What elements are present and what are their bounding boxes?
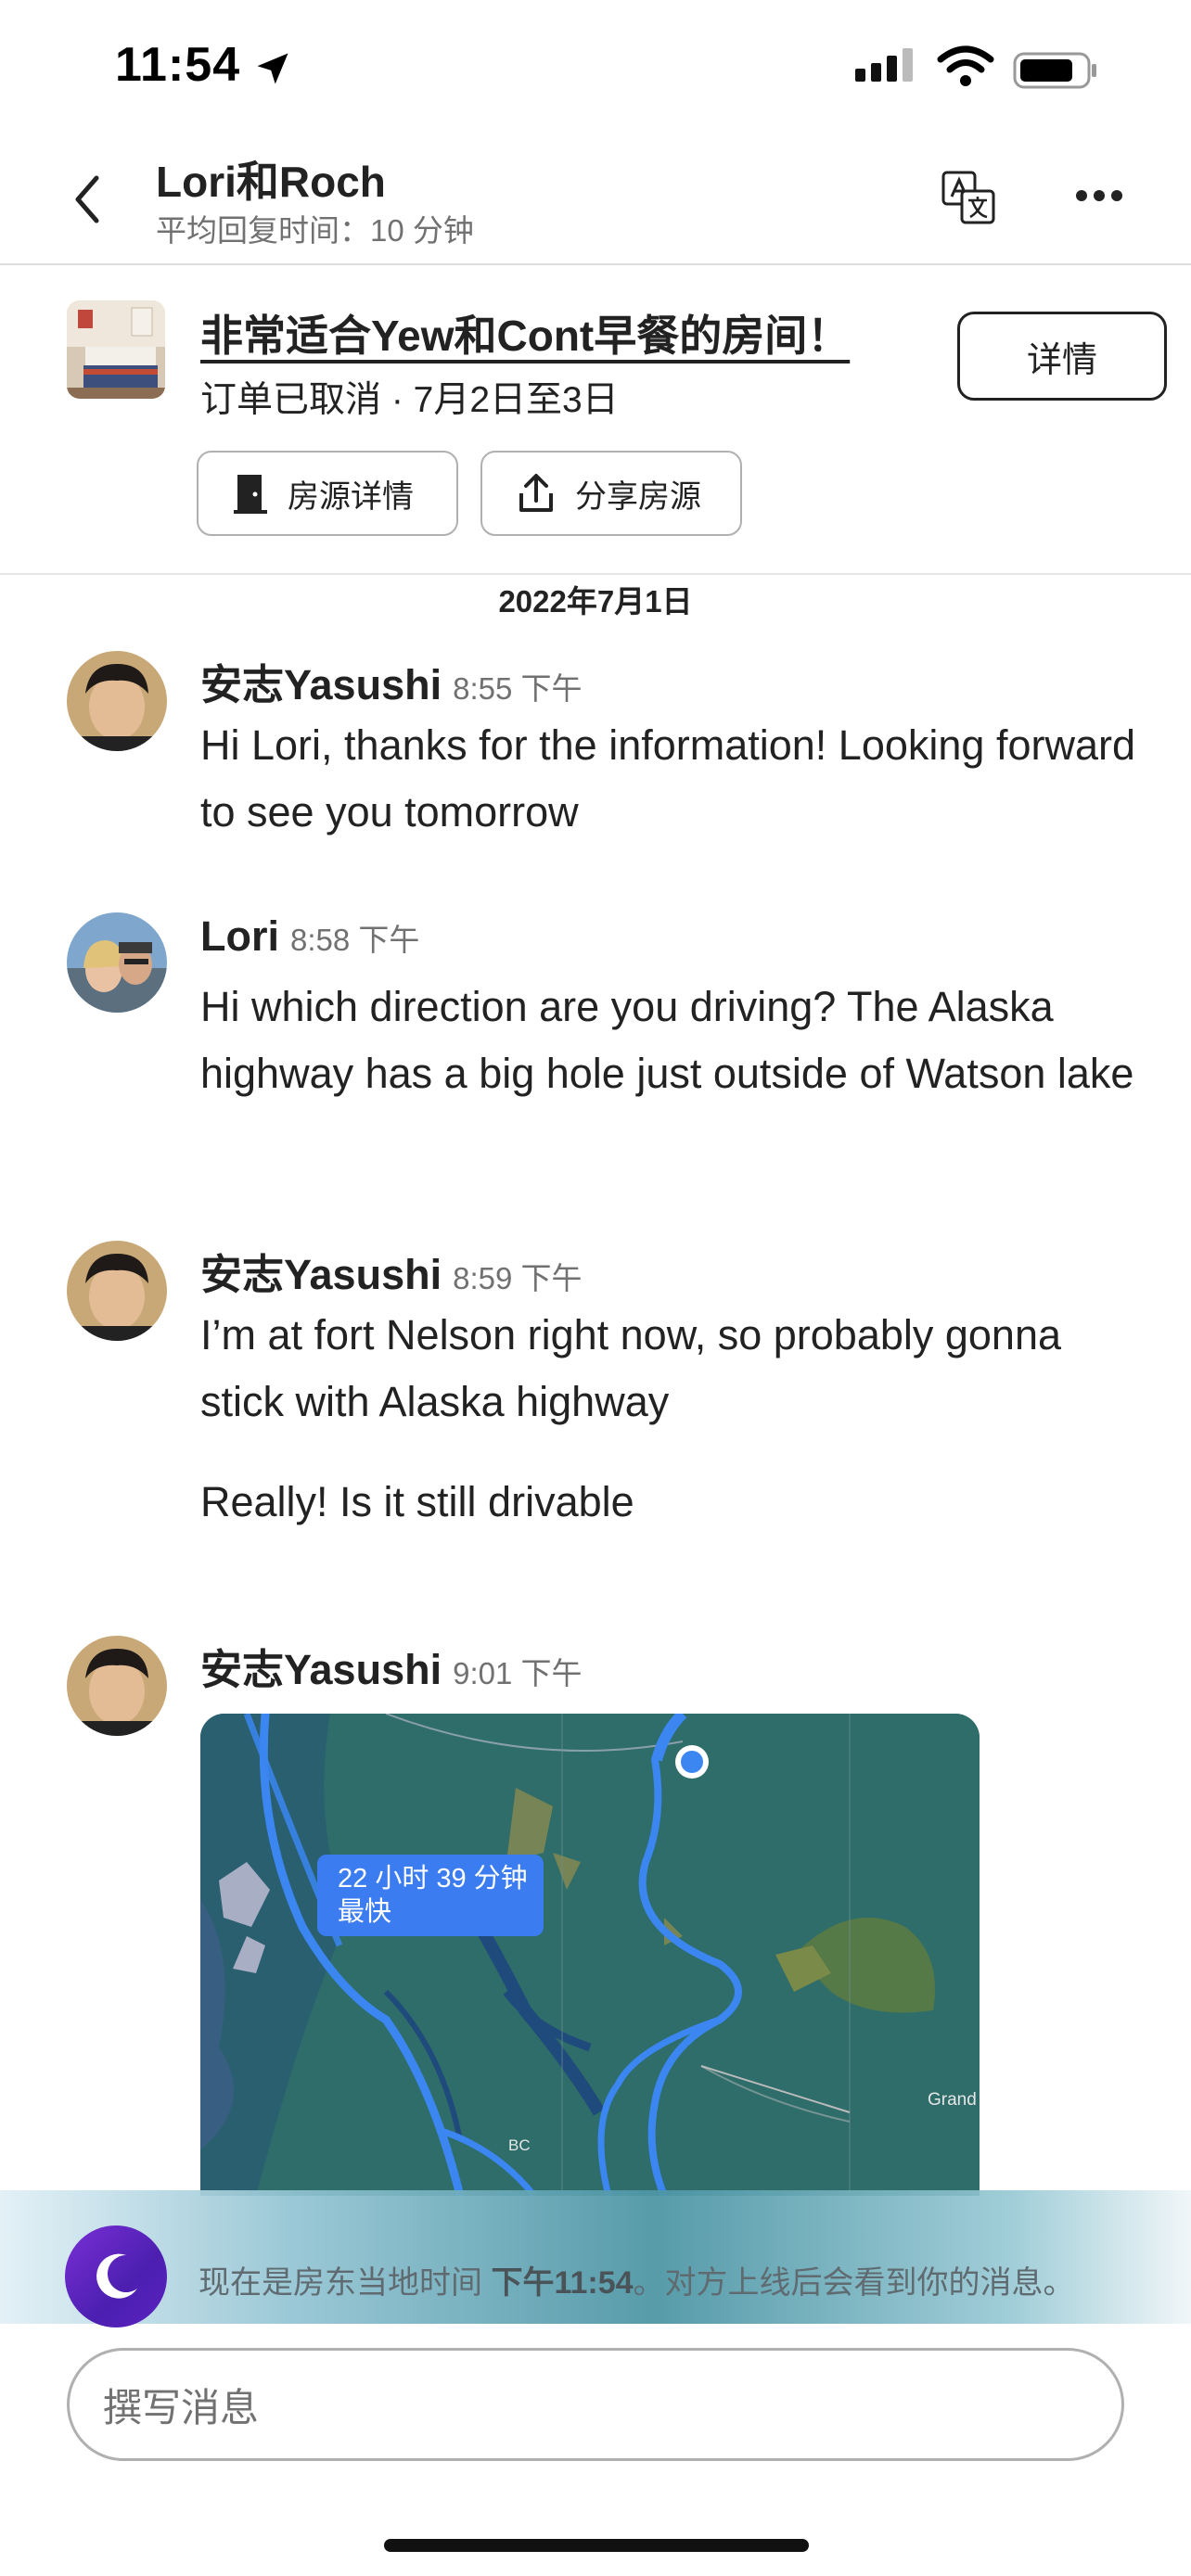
avatar[interactable] bbox=[67, 1636, 167, 1736]
details-button[interactable]: 详情 bbox=[957, 312, 1167, 401]
date-divider: 2022年7月1日 bbox=[498, 584, 693, 618]
listing-title[interactable]: 非常适合Yew和Cont早餐的房间！ bbox=[200, 302, 850, 363]
message-time: 8:58 下午 bbox=[290, 923, 420, 957]
response-time: 平均回复时间：10 分钟 bbox=[156, 213, 474, 248]
conversation-title: Lori和Roch bbox=[156, 158, 386, 206]
header-divider bbox=[0, 263, 1191, 265]
door-icon bbox=[234, 475, 267, 514]
avatar[interactable] bbox=[67, 912, 167, 1013]
home-indicator[interactable] bbox=[384, 2539, 809, 2552]
moon-icon bbox=[65, 2225, 167, 2327]
message-text: I’m at fort Nelson right now, so probabl… bbox=[200, 1311, 1062, 1425]
route-label: 22 小时 39 分钟 最快 bbox=[317, 1855, 544, 1936]
listing-details-button[interactable]: 房源详情 bbox=[197, 451, 458, 536]
message-header: 安志Yasushi 8:59 下午 bbox=[200, 1241, 583, 1301]
avatar[interactable] bbox=[67, 651, 167, 751]
status-time: 11:54 bbox=[115, 38, 241, 92]
sender-name: Lori bbox=[200, 912, 279, 960]
translate-icon[interactable] bbox=[941, 167, 996, 226]
message-text: Hi Lori, thanks for the information! Loo… bbox=[200, 721, 1135, 835]
share-listing-label: 分享房源 bbox=[575, 478, 701, 515]
wifi-icon bbox=[937, 45, 994, 86]
share-listing-button[interactable]: 分享房源 bbox=[480, 451, 742, 536]
sender-name: 安志Yasushi bbox=[200, 661, 442, 708]
message-time: 8:55 下午 bbox=[453, 671, 583, 706]
message-header: 安志Yasushi 9:01 下午 bbox=[200, 1636, 583, 1696]
message-text: Hi which direction are you driving? The … bbox=[200, 983, 1134, 1097]
location-arrow-icon bbox=[257, 53, 288, 84]
message-time: 8:59 下午 bbox=[453, 1261, 583, 1295]
host-time-prefix: 现在是房东当地时间 bbox=[198, 2265, 492, 2301]
more-options-icon[interactable] bbox=[1074, 182, 1124, 210]
message-header: 安志Yasushi 8:55 下午 bbox=[200, 651, 583, 711]
route-note: 最快 bbox=[338, 1897, 392, 1927]
message-text: Really! Is it still drivable bbox=[200, 1478, 634, 1525]
host-time-suffix: 。对方上线后会看到你的消息。 bbox=[633, 2265, 1075, 2301]
listing-details-label: 房源详情 bbox=[288, 478, 414, 515]
route-time: 22 小时 39 分钟 bbox=[338, 1864, 528, 1894]
listing-thumbnail[interactable] bbox=[67, 300, 165, 399]
map-image[interactable] bbox=[200, 1714, 980, 2196]
message-placeholder: 撰写消息 bbox=[103, 2385, 260, 2429]
host-local-time: 下午11:54 bbox=[491, 2265, 634, 2301]
cellular-signal-icon bbox=[855, 48, 918, 82]
message-header: Lori 8:58 下午 bbox=[200, 912, 419, 961]
avatar[interactable] bbox=[67, 1241, 167, 1341]
booking-status: 订单已取消 · 7月2日至3日 bbox=[200, 380, 619, 420]
message-input[interactable]: 撰写消息 bbox=[67, 2348, 1124, 2461]
sender-name: 安志Yasushi bbox=[200, 1251, 442, 1298]
map-label-grand: Grand bbox=[928, 2090, 977, 2110]
share-icon bbox=[519, 474, 553, 512]
message-time: 9:01 下午 bbox=[453, 1656, 583, 1690]
back-arrow-icon[interactable] bbox=[69, 172, 109, 226]
host-time-text: 现在是房东当地时间 下午11:54。对方上线后会看到你的消息。 bbox=[198, 2257, 1075, 2302]
battery-icon bbox=[1013, 52, 1096, 89]
sender-name: 安志Yasushi bbox=[200, 1646, 442, 1693]
listing-divider bbox=[0, 573, 1191, 575]
map-label-bc: BC bbox=[508, 2136, 531, 2154]
